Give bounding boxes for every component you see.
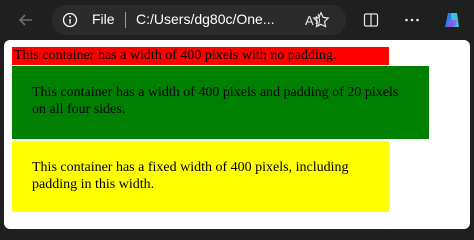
favorite-star-icon[interactable] [309, 8, 333, 32]
split-screen-icon[interactable] [359, 8, 383, 32]
page-viewport: This container has a width of 400 pixels… [4, 40, 470, 229]
url-text[interactable]: C:/Users/dg80c/One... [136, 11, 275, 27]
address-label: File [92, 11, 115, 27]
container-no-padding: This container has a width of 400 pixels… [12, 47, 389, 65]
address-separator [125, 12, 126, 28]
info-icon[interactable] [62, 12, 78, 28]
browser-toolbar: File C:/Users/dg80c/One... A [0, 0, 474, 40]
back-arrow-icon[interactable] [14, 8, 38, 32]
container-with-padding: This container has a width of 400 pixels… [12, 66, 429, 139]
more-icon[interactable] [400, 8, 424, 32]
container-fixed-width: This container has a fixed width of 400 … [12, 141, 389, 212]
copilot-icon[interactable] [440, 8, 464, 32]
